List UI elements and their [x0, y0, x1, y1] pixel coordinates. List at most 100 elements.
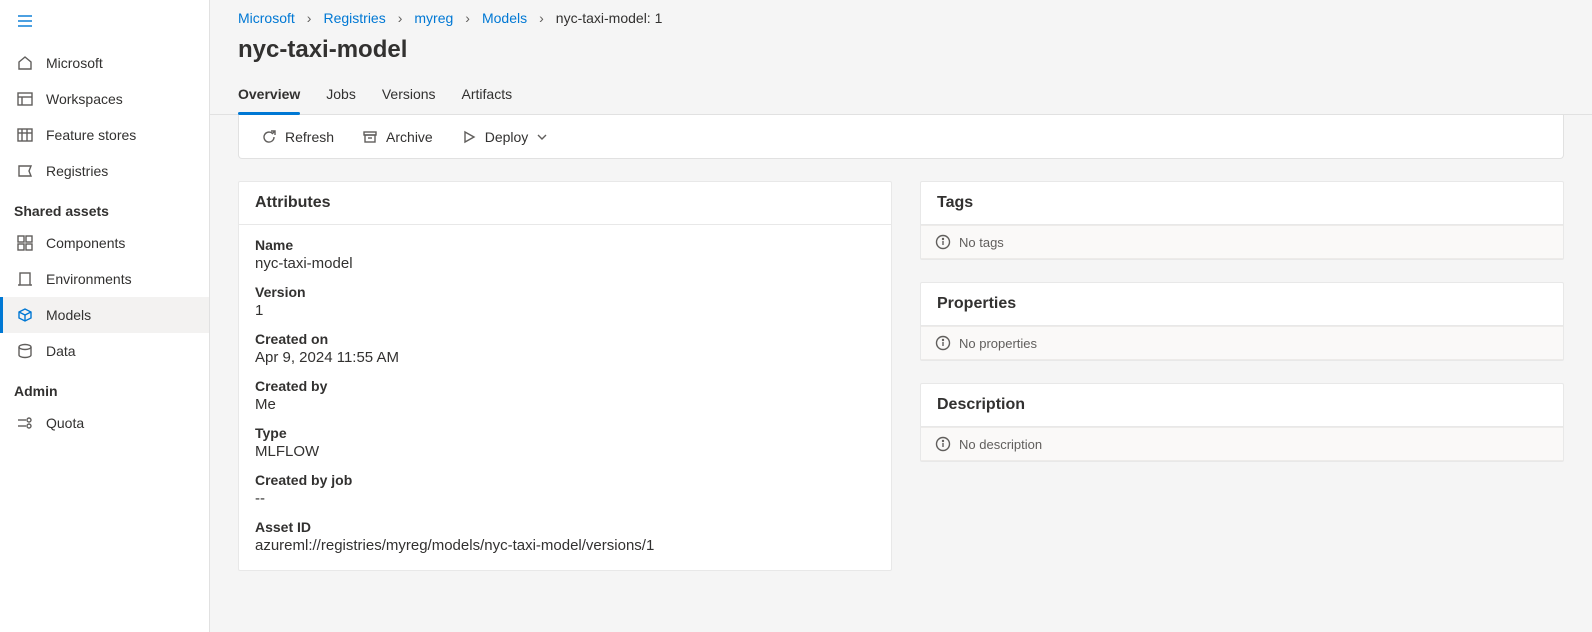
sidebar-item-label: Environments: [46, 271, 132, 287]
registries-icon: [16, 162, 34, 180]
sidebar-item-workspaces[interactable]: Workspaces: [0, 81, 209, 117]
refresh-button[interactable]: Refresh: [249, 123, 346, 151]
properties-header: Properties: [921, 283, 1563, 326]
tags-header: Tags: [921, 182, 1563, 225]
sidebar-item-microsoft[interactable]: Microsoft: [0, 45, 209, 81]
chevron-right-icon: ›: [398, 10, 403, 26]
sidebar-item-models[interactable]: Models: [0, 297, 209, 333]
feature-stores-icon: [16, 126, 34, 144]
button-label: Deploy: [485, 129, 529, 145]
attr-label: Created on: [255, 331, 875, 347]
sidebar-item-label: Quota: [46, 415, 84, 431]
right-column: Tags No tags Properties No properties De…: [920, 181, 1564, 571]
sidebar-section-admin: Admin: [0, 369, 209, 405]
attributes-body: Name nyc-taxi-model Version 1 Created on…: [239, 225, 891, 570]
sidebar-item-environments[interactable]: Environments: [0, 261, 209, 297]
breadcrumb-link[interactable]: Microsoft: [238, 10, 295, 26]
tabs: Overview Jobs Versions Artifacts: [210, 76, 1592, 115]
tab-label: Artifacts: [462, 86, 513, 102]
button-label: Archive: [386, 129, 433, 145]
button-label: Refresh: [285, 129, 334, 145]
attr-value: Me: [255, 396, 875, 413]
attr-label: Version: [255, 284, 875, 300]
sidebar-item-label: Microsoft: [46, 55, 103, 71]
attr-value: nyc-taxi-model: [255, 255, 875, 272]
attr-value: --: [255, 490, 875, 507]
sidebar-item-components[interactable]: Components: [0, 225, 209, 261]
breadcrumb-current: nyc-taxi-model: 1: [556, 10, 663, 26]
sidebar-item-label: Feature stores: [46, 127, 136, 143]
quota-icon: [16, 414, 34, 432]
chevron-right-icon: ›: [539, 10, 544, 26]
description-empty: No description: [921, 427, 1563, 461]
attr-value: azureml://registries/myreg/models/nyc-ta…: [255, 537, 875, 554]
attr-value: 1: [255, 302, 875, 319]
attributes-panel: Attributes Name nyc-taxi-model Version 1…: [238, 181, 892, 571]
sidebar-item-label: Components: [46, 235, 125, 251]
attr-label: Created by: [255, 378, 875, 394]
refresh-icon: [261, 129, 277, 145]
sidebar-item-label: Registries: [46, 163, 108, 179]
empty-text: No description: [959, 437, 1042, 452]
archive-button[interactable]: Archive: [350, 123, 445, 151]
description-panel: Description No description: [920, 383, 1564, 462]
breadcrumb-link[interactable]: myreg: [414, 10, 453, 26]
attr-created-by-job: Created by job --: [239, 464, 891, 511]
breadcrumb-link[interactable]: Registries: [323, 10, 385, 26]
breadcrumb: Microsoft › Registries › myreg › Models …: [210, 0, 1592, 32]
sidebar-item-label: Data: [46, 343, 76, 359]
description-header: Description: [921, 384, 1563, 427]
tags-panel: Tags No tags: [920, 181, 1564, 260]
tab-label: Overview: [238, 86, 300, 102]
sidebar-item-label: Models: [46, 307, 91, 323]
attr-label: Name: [255, 237, 875, 253]
attr-type: Type MLFLOW: [239, 417, 891, 464]
attr-name: Name nyc-taxi-model: [239, 229, 891, 276]
attr-label: Asset ID: [255, 519, 875, 535]
sidebar-item-quota[interactable]: Quota: [0, 405, 209, 441]
toolbar: Refresh Archive Deploy: [238, 115, 1564, 159]
sidebar-section-shared: Shared assets: [0, 189, 209, 225]
tab-artifacts[interactable]: Artifacts: [462, 76, 513, 114]
sidebar-item-registries[interactable]: Registries: [0, 153, 209, 189]
breadcrumb-link[interactable]: Models: [482, 10, 527, 26]
properties-empty: No properties: [921, 326, 1563, 360]
attr-version: Version 1: [239, 276, 891, 323]
attr-value: Apr 9, 2024 11:55 AM: [255, 349, 875, 366]
tab-label: Jobs: [326, 86, 356, 102]
chevron-down-icon: [536, 131, 548, 143]
workspaces-icon: [16, 90, 34, 108]
environments-icon: [16, 270, 34, 288]
hamburger-menu[interactable]: [0, 0, 209, 45]
tab-overview[interactable]: Overview: [238, 76, 300, 114]
sidebar: Microsoft Workspaces Feature stores Regi…: [0, 0, 210, 632]
components-icon: [16, 234, 34, 252]
home-icon: [16, 54, 34, 72]
info-icon: [935, 234, 951, 250]
empty-text: No tags: [959, 235, 1004, 250]
content-row: Attributes Name nyc-taxi-model Version 1…: [210, 159, 1592, 593]
chevron-right-icon: ›: [465, 10, 470, 26]
data-icon: [16, 342, 34, 360]
tab-jobs[interactable]: Jobs: [326, 76, 356, 114]
attr-label: Type: [255, 425, 875, 441]
attr-value: MLFLOW: [255, 443, 875, 460]
play-icon: [461, 129, 477, 145]
page-title: nyc-taxi-model: [210, 32, 1592, 76]
sidebar-item-feature-stores[interactable]: Feature stores: [0, 117, 209, 153]
attr-created-on: Created on Apr 9, 2024 11:55 AM: [239, 323, 891, 370]
empty-text: No properties: [959, 336, 1037, 351]
attr-asset-id: Asset ID azureml://registries/myreg/mode…: [239, 511, 891, 558]
tags-empty: No tags: [921, 225, 1563, 259]
info-icon: [935, 436, 951, 452]
sidebar-item-data[interactable]: Data: [0, 333, 209, 369]
chevron-right-icon: ›: [307, 10, 312, 26]
archive-icon: [362, 129, 378, 145]
attr-created-by: Created by Me: [239, 370, 891, 417]
attr-label: Created by job: [255, 472, 875, 488]
models-icon: [16, 306, 34, 324]
attributes-header: Attributes: [239, 182, 891, 225]
deploy-button[interactable]: Deploy: [449, 123, 561, 151]
sidebar-item-label: Workspaces: [46, 91, 123, 107]
tab-versions[interactable]: Versions: [382, 76, 436, 114]
